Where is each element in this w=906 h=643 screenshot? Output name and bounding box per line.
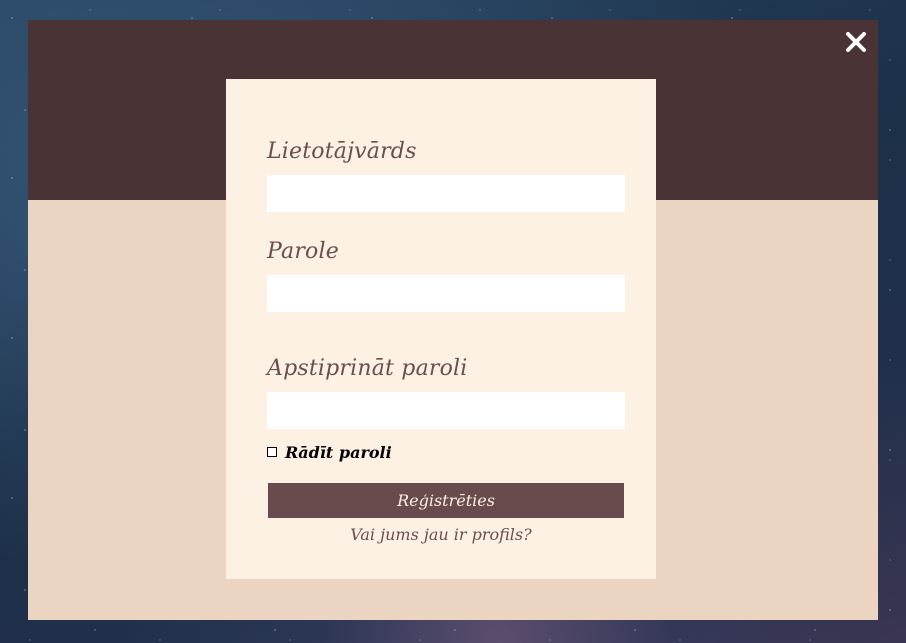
- close-button[interactable]: [842, 28, 870, 56]
- login-link[interactable]: Vai jums jau ir profils?: [226, 525, 656, 544]
- confirm-password-input[interactable]: [267, 392, 625, 429]
- show-password-label: Rādīt paroli: [285, 442, 392, 462]
- confirm-password-label: Apstiprināt paroli: [267, 356, 468, 381]
- register-button[interactable]: Reģistrēties: [268, 483, 624, 518]
- show-password-checkbox[interactable]: [267, 447, 277, 457]
- username-input[interactable]: [267, 175, 625, 212]
- registration-modal: Lietotājvārds Parole Apstiprināt paroli …: [28, 20, 878, 620]
- username-label: Lietotājvārds: [267, 139, 417, 164]
- show-password-toggle[interactable]: Rādīt paroli: [267, 442, 392, 462]
- password-input[interactable]: [267, 275, 625, 312]
- close-icon: [846, 32, 866, 52]
- registration-form: Lietotājvārds Parole Apstiprināt paroli …: [226, 79, 656, 579]
- password-label: Parole: [267, 239, 339, 264]
